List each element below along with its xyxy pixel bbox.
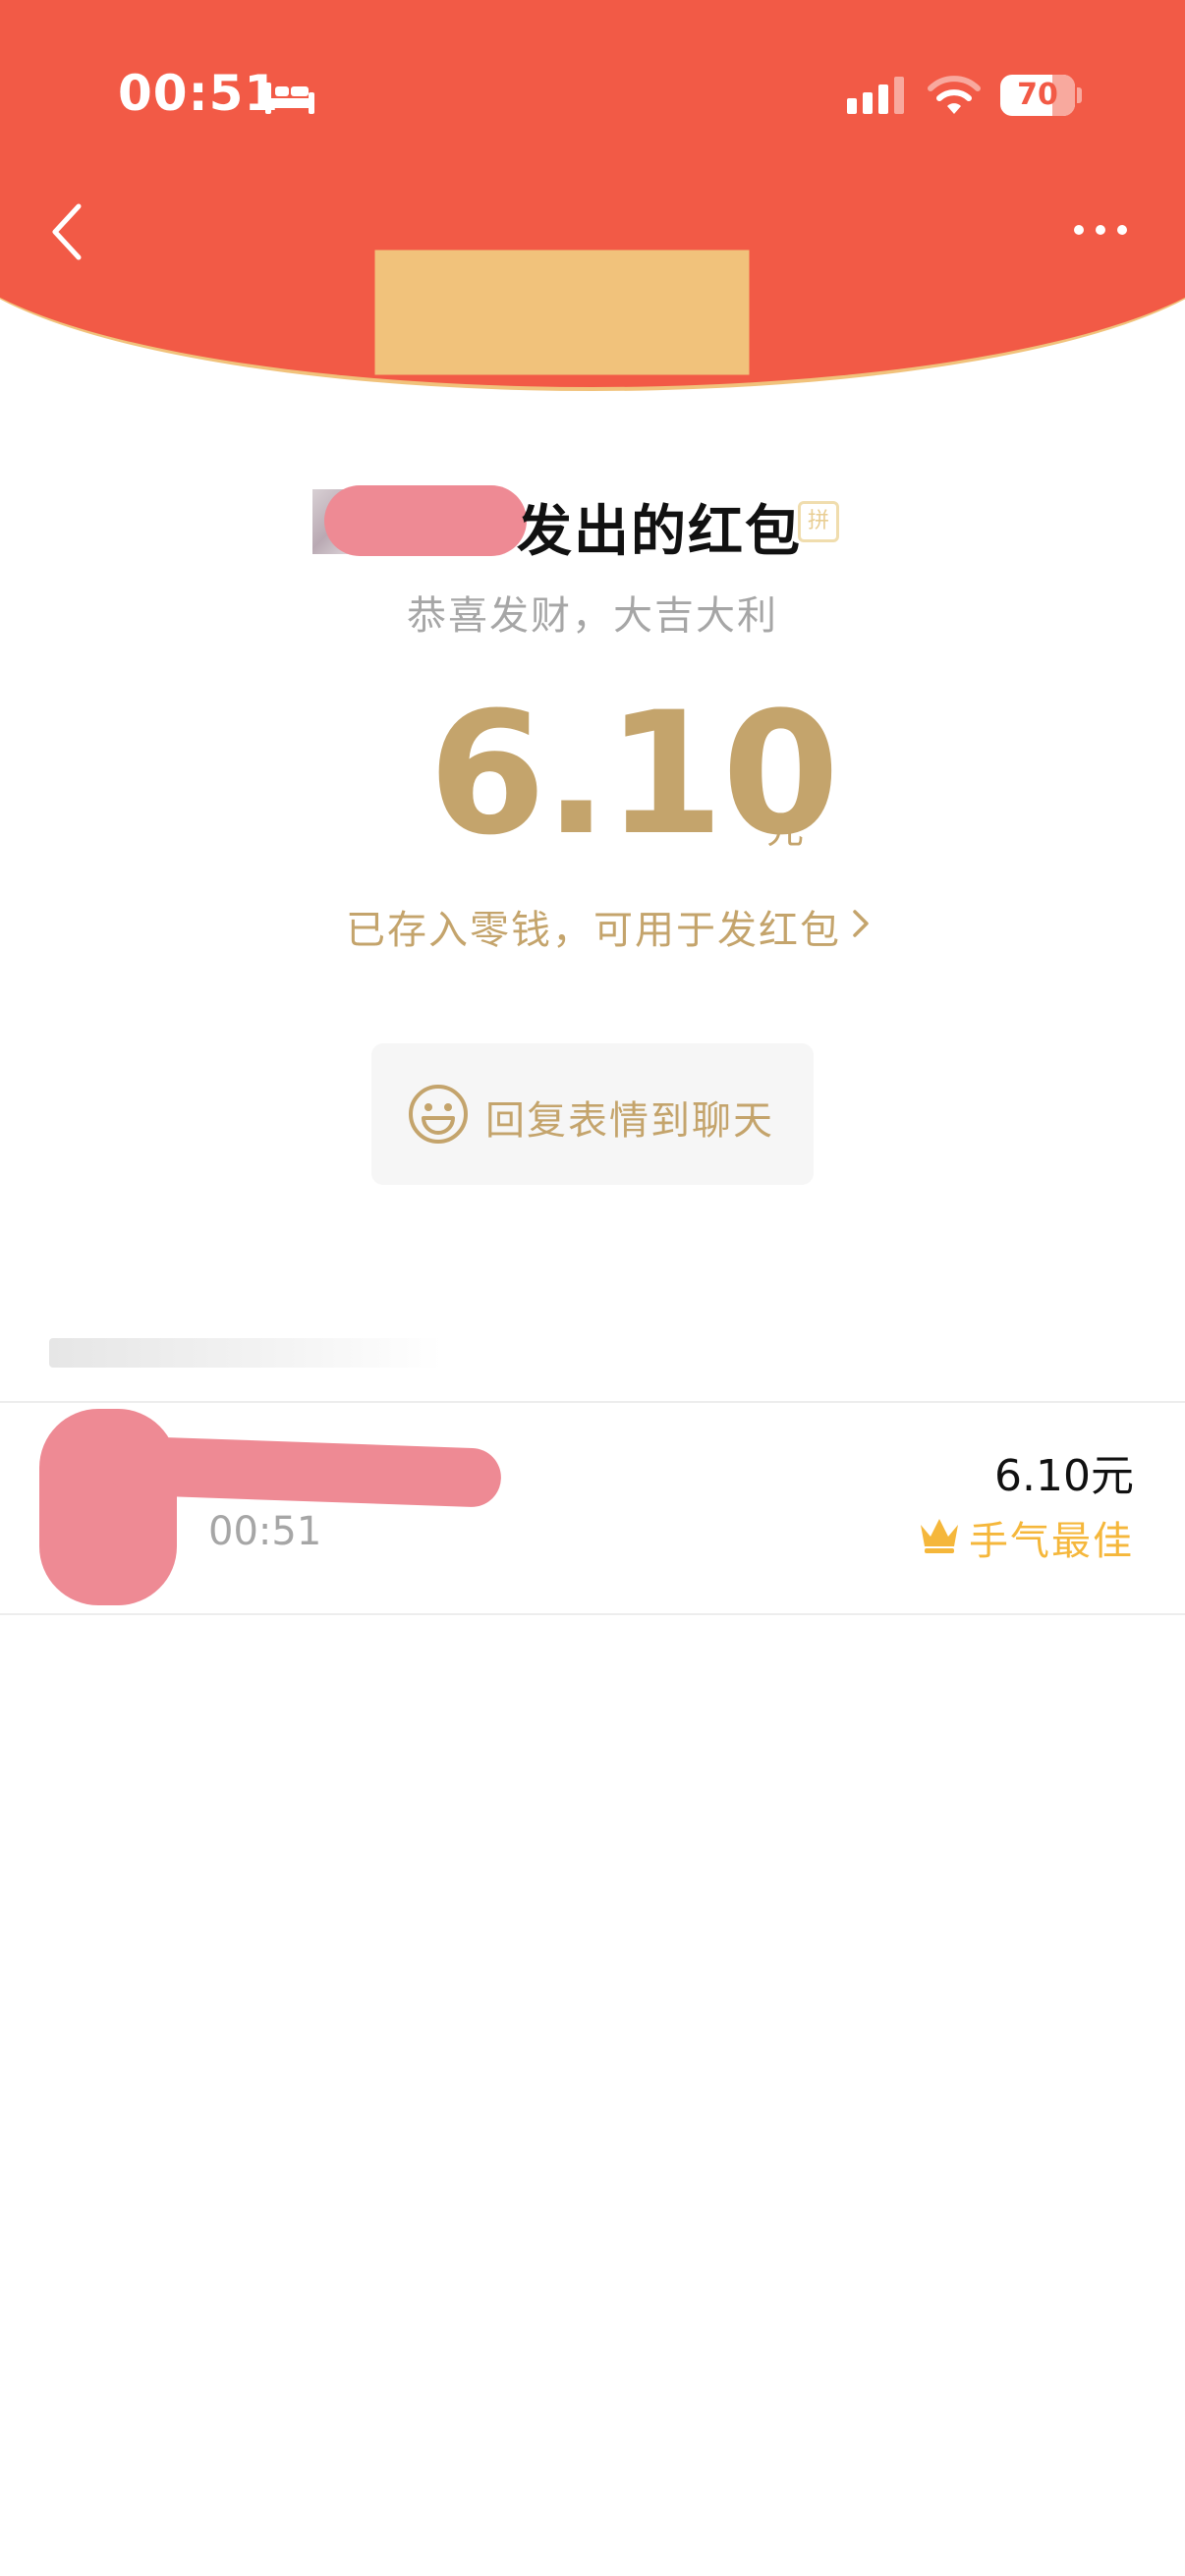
pin-badge: 拼	[798, 501, 839, 542]
sender-title: 发出的红包	[517, 500, 802, 564]
receiver-time: 00:51	[208, 1509, 322, 1554]
status-time: 00:51	[118, 65, 280, 122]
divider	[0, 1613, 1185, 1615]
amount-unit: 元	[766, 809, 805, 852]
smile-icon	[409, 1085, 468, 1144]
more-options-button[interactable]	[1071, 210, 1130, 250]
battery-indicator: 70	[1000, 75, 1075, 116]
crown-icon	[921, 1519, 958, 1553]
cellular-signal-icon	[847, 77, 904, 114]
reply-label: 回复表情到聊天	[485, 1098, 774, 1144]
reply-emoji-button[interactable]: 回复表情到聊天	[371, 1043, 814, 1185]
redacted-sender-name	[324, 485, 527, 556]
change-wallet-link[interactable]: 已存入零钱，可用于发红包	[346, 898, 841, 955]
summary-line-blurred	[49, 1338, 442, 1368]
chevron-right-icon	[853, 910, 869, 937]
bed-icon	[265, 83, 314, 114]
back-button[interactable]	[43, 193, 92, 271]
battery-level: 70	[1017, 78, 1058, 112]
blessing-message: 恭喜发财，大吉大利	[407, 593, 778, 639]
best-luck-badge: 手气最佳	[969, 1519, 1134, 1564]
red-packet-detail-page: 00:51 70 发出的红包 拼 恭喜发财，大吉大利 6.10 元 已存入零钱，…	[0, 0, 1185, 2576]
status-bar: 00:51 70	[0, 0, 1185, 187]
wifi-icon	[928, 76, 981, 114]
receiver-row[interactable]: 呈 00:51 6.10元 手气最佳	[0, 1403, 1185, 1613]
receiver-amount: 6.10元	[994, 1451, 1134, 1501]
